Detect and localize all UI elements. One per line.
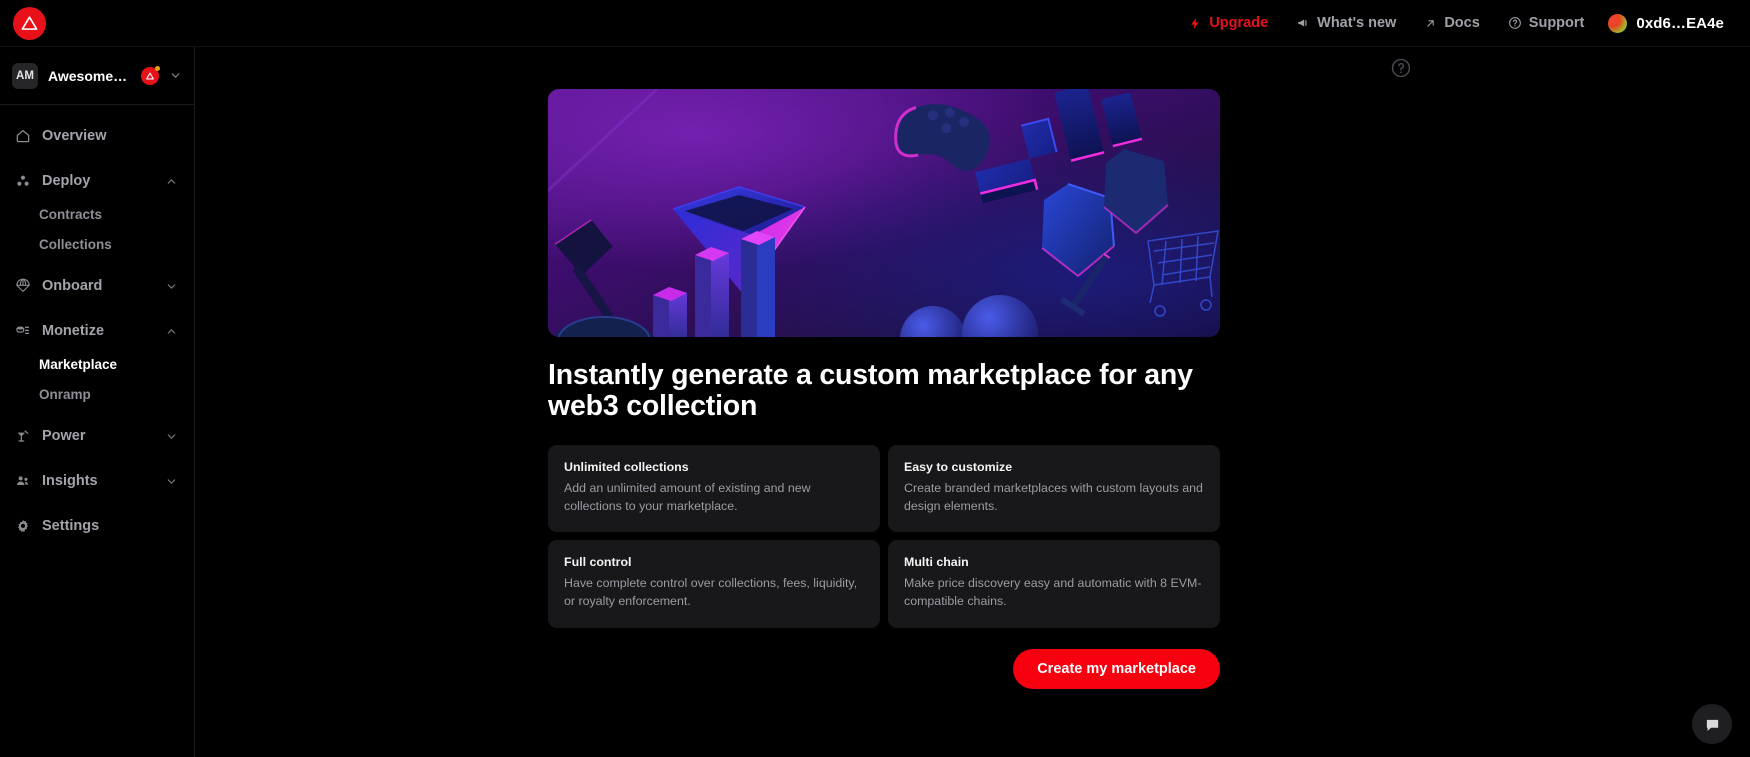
sidebar-item-insights[interactable]: Insights — [0, 463, 194, 499]
feature-card: Full control Have complete control over … — [548, 540, 880, 628]
wallet-button[interactable]: 0xd6…EA4e — [1598, 8, 1738, 39]
main-content: Instantly generate a custom marketplace … — [195, 47, 1750, 757]
sidebar-item-onramp-label: Onramp — [39, 386, 91, 402]
feature-card-desc: Have complete control over collections, … — [564, 576, 858, 608]
sidebar-item-power[interactable]: Power — [0, 418, 194, 454]
sidebar-item-marketplace[interactable]: Marketplace — [0, 349, 194, 379]
team-name: Awesome m… — [48, 67, 129, 84]
sidebar-item-overview[interactable]: Overview — [0, 118, 194, 154]
top-nav-whats-new[interactable]: What's new — [1282, 9, 1410, 37]
feature-card-desc: Add an unlimited amount of existing and … — [564, 481, 811, 513]
sidebar-item-settings-label: Settings — [42, 518, 100, 534]
coins-icon — [14, 323, 31, 340]
sidebar-item-deploy[interactable]: Deploy — [0, 163, 194, 199]
chevron-up-icon[interactable] — [165, 175, 178, 188]
feature-cards: Unlimited collections Add an unlimited a… — [548, 445, 1220, 628]
deploy-dots-icon — [14, 173, 31, 190]
home-icon — [14, 128, 31, 145]
feature-card-title: Unlimited collections — [564, 460, 689, 475]
parachute-icon — [14, 278, 31, 295]
lightning-bolt-icon — [1189, 16, 1202, 31]
users-icon — [14, 473, 31, 490]
sidebar-item-onramp[interactable]: Onramp — [0, 379, 194, 409]
thirdweb-logo-icon[interactable] — [13, 6, 46, 40]
sidebar-item-monetize-label: Monetize — [42, 323, 105, 339]
sidebar-item-onboard[interactable]: Onboard — [0, 268, 194, 304]
sidebar-item-contracts-label: Contracts — [39, 206, 103, 222]
top-nav-docs-label: Docs — [1444, 15, 1480, 31]
app-root: Upgrade What's new Docs Support 0xd6…EA4… — [0, 0, 1750, 757]
help-icon[interactable] — [1390, 57, 1412, 79]
sidebar-item-power-label: Power — [42, 428, 86, 444]
cta-row: Create my marketplace — [548, 648, 1220, 689]
chat-bubble-icon[interactable] — [1692, 704, 1732, 744]
chevron-down-icon — [169, 69, 182, 82]
feature-card-title: Easy to customize — [904, 460, 1013, 475]
power-icon — [14, 428, 31, 445]
sidebar-item-deploy-label: Deploy — [42, 173, 91, 189]
top-nav-upgrade[interactable]: Upgrade — [1175, 9, 1282, 37]
marketplace-promo-panel: Instantly generate a custom marketplace … — [548, 89, 1220, 689]
feature-card-title: Full control — [564, 555, 632, 570]
feature-card: Multi chain Make price discovery easy an… — [888, 540, 1220, 628]
sidebar-item-collections-label: Collections — [39, 236, 112, 252]
question-circle-icon — [1508, 16, 1522, 30]
thirdweb-mark-icon — [141, 65, 160, 85]
sidebar-item-settings[interactable]: Settings — [0, 508, 194, 544]
gear-icon — [14, 518, 31, 535]
top-nav-whats-new-label: What's new — [1317, 15, 1397, 31]
chevron-down-icon[interactable] — [165, 430, 178, 443]
chevron-down-icon[interactable] — [165, 280, 178, 293]
feature-card-title: Multi chain — [904, 555, 969, 570]
top-nav-docs[interactable]: Docs — [1410, 9, 1493, 37]
sidebar-item-onboard-label: Onboard — [42, 278, 103, 294]
feature-card: Unlimited collections Add an unlimited a… — [548, 445, 880, 533]
feature-card-desc: Create branded marketplaces with custom … — [904, 481, 1203, 513]
sidebar-item-collections[interactable]: Collections — [0, 229, 194, 259]
team-selector[interactable]: AM Awesome m… — [0, 47, 194, 105]
sidebar-item-contracts[interactable]: Contracts — [0, 199, 194, 229]
team-initials-badge: AM — [12, 62, 38, 89]
sidebar-item-marketplace-label: Marketplace — [39, 356, 118, 372]
feature-card-desc: Make price discovery easy and automatic … — [904, 576, 1202, 608]
chevron-down-icon[interactable] — [165, 475, 178, 488]
top-nav-support[interactable]: Support — [1494, 9, 1599, 37]
sidebar-nav: Overview Deploy Contracts Collections On… — [0, 105, 194, 544]
top-bar: Upgrade What's new Docs Support 0xd6…EA4… — [0, 0, 1750, 47]
hero-banner — [548, 89, 1220, 337]
create-marketplace-button[interactable]: Create my marketplace — [1013, 648, 1220, 689]
wallet-avatar-icon — [1608, 13, 1628, 33]
top-nav: Upgrade What's new Docs Support 0xd6…EA4… — [1175, 8, 1750, 39]
sidebar-item-overview-label: Overview — [42, 128, 107, 144]
page-title: Instantly generate a custom marketplace … — [548, 359, 1193, 423]
sidebar-item-insights-label: Insights — [42, 473, 98, 489]
sidebar: AM Awesome m… Overview — [0, 47, 195, 757]
wallet-address: 0xd6…EA4e — [1636, 14, 1724, 32]
chevron-up-icon[interactable] — [165, 325, 178, 338]
top-nav-support-label: Support — [1528, 15, 1585, 31]
megaphone-icon — [1296, 16, 1310, 30]
arrow-up-right-icon — [1424, 17, 1437, 30]
sidebar-item-monetize[interactable]: Monetize — [0, 313, 194, 349]
top-nav-upgrade-label: Upgrade — [1209, 15, 1269, 31]
feature-card: Easy to customize Create branded marketp… — [888, 445, 1220, 533]
